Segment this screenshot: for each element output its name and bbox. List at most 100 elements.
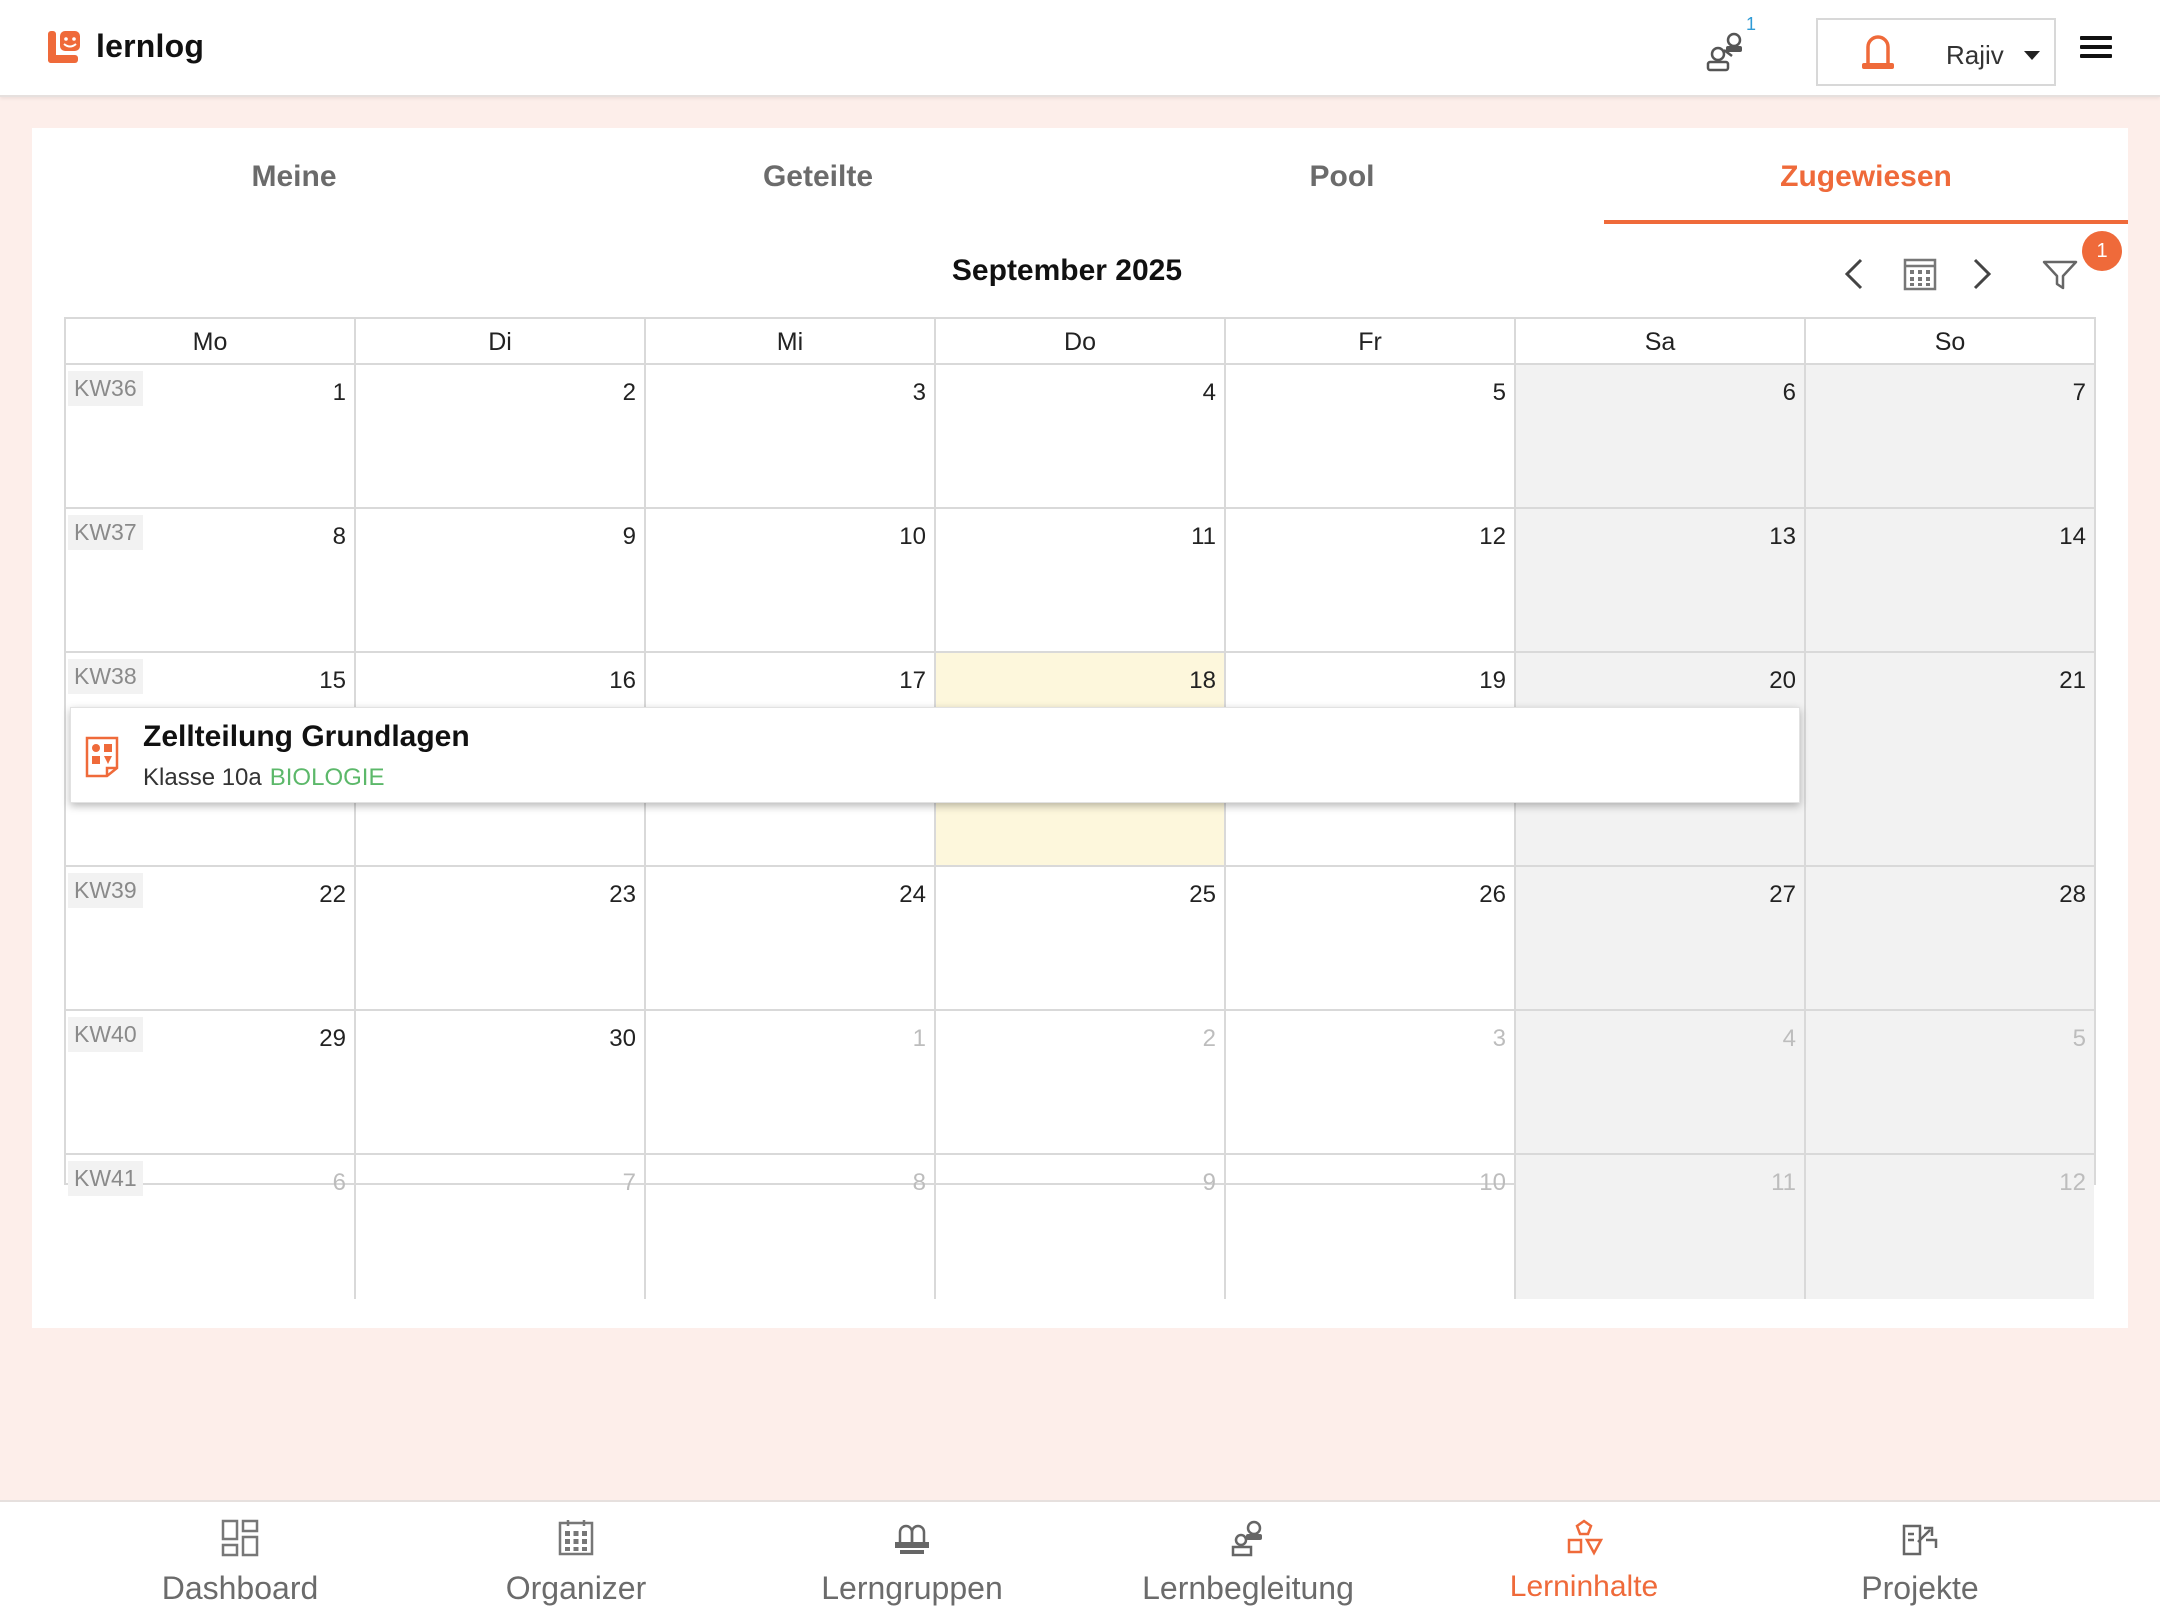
day-number: 8 bbox=[912, 1169, 926, 1196]
day-cell[interactable]: 7 bbox=[356, 1155, 646, 1299]
day-cell[interactable]: 12 bbox=[1806, 1155, 2094, 1299]
day-cell[interactable]: 5 bbox=[1806, 1011, 2094, 1153]
day-cell[interactable]: 9 bbox=[356, 509, 646, 651]
weekday-fr: Fr bbox=[1226, 319, 1516, 363]
day-cell[interactable]: 28 bbox=[1806, 867, 2094, 1009]
day-cell[interactable]: 26 bbox=[1226, 867, 1516, 1009]
day-number: 12 bbox=[1479, 523, 1506, 550]
day-cell[interactable]: 4 bbox=[936, 365, 1226, 507]
day-cell[interactable]: 22 KW39 bbox=[66, 867, 356, 1009]
hamburger-menu-icon[interactable] bbox=[2080, 36, 2112, 62]
day-number: 17 bbox=[899, 667, 926, 694]
week-row: 1 KW36 2 3 4 5 6 7 bbox=[66, 365, 2094, 509]
day-number: 16 bbox=[609, 667, 636, 694]
day-number: 7 bbox=[2072, 379, 2086, 406]
day-number: 8 bbox=[332, 523, 346, 550]
day-cell[interactable]: 29 KW40 bbox=[66, 1011, 356, 1153]
calendar-today-icon[interactable] bbox=[1900, 254, 1940, 294]
day-cell[interactable]: 30 bbox=[356, 1011, 646, 1153]
notification-icon[interactable] bbox=[1702, 26, 1752, 76]
day-number: 23 bbox=[609, 881, 636, 908]
month-title: September 2025 bbox=[951, 254, 1183, 287]
nav-lerninhalte[interactable]: Lerninhalte bbox=[1416, 1502, 1752, 1620]
coaching-icon bbox=[1231, 1520, 1262, 1557]
day-cell[interactable]: 25 bbox=[936, 867, 1226, 1009]
day-cell[interactable]: 11 bbox=[936, 509, 1226, 651]
nav-dashboard-label: Dashboard bbox=[161, 1570, 319, 1606]
day-cell[interactable]: 4 bbox=[1516, 1011, 1806, 1153]
weekday-mo: Mo bbox=[66, 319, 356, 363]
day-cell[interactable]: 23 bbox=[356, 867, 646, 1009]
day-cell[interactable]: 27 bbox=[1516, 867, 1806, 1009]
week-number-label: KW40 bbox=[68, 1017, 143, 1052]
day-cell[interactable]: 24 bbox=[646, 867, 936, 1009]
app-logo[interactable]: lernlog bbox=[46, 28, 204, 65]
day-number: 22 bbox=[319, 881, 346, 908]
tab-pool[interactable]: Pool bbox=[1080, 128, 1604, 224]
day-cell[interactable]: 3 bbox=[646, 365, 936, 507]
day-cell[interactable]: 5 bbox=[1226, 365, 1516, 507]
project-icon bbox=[1902, 1524, 1938, 1556]
filter-icon[interactable] bbox=[2040, 254, 2080, 294]
day-cell[interactable]: 12 bbox=[1226, 509, 1516, 651]
day-cell[interactable]: 10 bbox=[1226, 1155, 1516, 1299]
day-number: 12 bbox=[2059, 1169, 2086, 1196]
day-cell[interactable]: 13 bbox=[1516, 509, 1806, 651]
day-cell[interactable]: 2 bbox=[356, 365, 646, 507]
day-number: 18 bbox=[1189, 667, 1216, 694]
day-cell[interactable]: 8 bbox=[646, 1155, 936, 1299]
day-cell[interactable]: 2 bbox=[936, 1011, 1226, 1153]
event-title: Zellteilung Grundlagen bbox=[143, 720, 470, 753]
day-cell[interactable]: 9 bbox=[936, 1155, 1226, 1299]
day-cell[interactable]: 1 KW36 bbox=[66, 365, 356, 507]
nav-lernbegleitung[interactable]: Lernbegleitung bbox=[1080, 1502, 1416, 1620]
nav-dashboard[interactable]: Dashboard bbox=[72, 1502, 408, 1620]
user-menu-button[interactable]: Rajiv bbox=[1816, 18, 2056, 86]
day-cell[interactable]: 11 bbox=[1516, 1155, 1806, 1299]
day-cell[interactable]: 7 bbox=[1806, 365, 2094, 507]
filter-count-badge: 1 bbox=[2082, 231, 2122, 271]
tab-meine[interactable]: Meine bbox=[32, 128, 556, 224]
nav-organizer[interactable]: Organizer bbox=[408, 1502, 744, 1620]
worksheet-icon bbox=[85, 736, 119, 778]
top-bar: lernlog 1 Rajiv bbox=[0, 0, 2160, 97]
day-number: 20 bbox=[1769, 667, 1796, 694]
lernlog-logo-icon bbox=[48, 30, 80, 63]
day-cell[interactable]: 14 bbox=[1806, 509, 2094, 651]
day-number: 2 bbox=[1202, 1025, 1216, 1052]
weekday-sa: Sa bbox=[1516, 319, 1806, 363]
nav-lerninhalte-label: Lerninhalte bbox=[1509, 1570, 1659, 1603]
day-number: 11 bbox=[1191, 523, 1216, 550]
day-cell[interactable]: 1 bbox=[646, 1011, 936, 1153]
day-cell[interactable]: 10 bbox=[646, 509, 936, 651]
nav-projekte[interactable]: Projekte bbox=[1752, 1502, 2088, 1620]
app-name: lernlog bbox=[96, 28, 205, 64]
week-number-label: KW39 bbox=[68, 873, 143, 908]
day-number: 4 bbox=[1202, 379, 1216, 406]
day-cell[interactable]: 3 bbox=[1226, 1011, 1516, 1153]
tab-bar: Meine Geteilte Pool Zugewiesen bbox=[32, 128, 2128, 224]
weekday-mi: Mi bbox=[646, 319, 936, 363]
tab-zugewiesen[interactable]: Zugewiesen bbox=[1604, 128, 2128, 224]
nav-lernbegleitung-label: Lernbegleitung bbox=[1142, 1570, 1354, 1606]
nav-lerngruppen[interactable]: Lerngruppen bbox=[744, 1502, 1080, 1620]
day-number: 15 bbox=[319, 667, 346, 694]
weekday-di: Di bbox=[356, 319, 646, 363]
week-row: 8 KW37 9 10 11 12 13 14 bbox=[66, 509, 2094, 653]
day-cell[interactable]: 6 bbox=[1516, 365, 1806, 507]
event-details: Klasse 10a BIOLOGIE bbox=[143, 764, 384, 792]
tab-geteilte[interactable]: Geteilte bbox=[556, 128, 1080, 224]
day-number: 6 bbox=[1782, 379, 1796, 406]
previous-month-icon[interactable] bbox=[1836, 254, 1876, 294]
day-cell[interactable]: 21 bbox=[1806, 653, 2094, 865]
day-cell[interactable]: 8 KW37 bbox=[66, 509, 356, 651]
event-card[interactable]: Zellteilung Grundlagen Klasse 10a BIOLOGI… bbox=[70, 707, 1800, 803]
weekday-do: Do bbox=[936, 319, 1226, 363]
day-number: 13 bbox=[1769, 523, 1796, 550]
week-number-label: KW37 bbox=[68, 515, 143, 550]
day-cell[interactable]: 6 KW41 bbox=[66, 1155, 356, 1299]
day-number: 4 bbox=[1782, 1025, 1796, 1052]
next-month-icon[interactable] bbox=[1960, 254, 2000, 294]
day-number: 27 bbox=[1769, 881, 1796, 908]
nav-organizer-label: Organizer bbox=[505, 1570, 647, 1606]
